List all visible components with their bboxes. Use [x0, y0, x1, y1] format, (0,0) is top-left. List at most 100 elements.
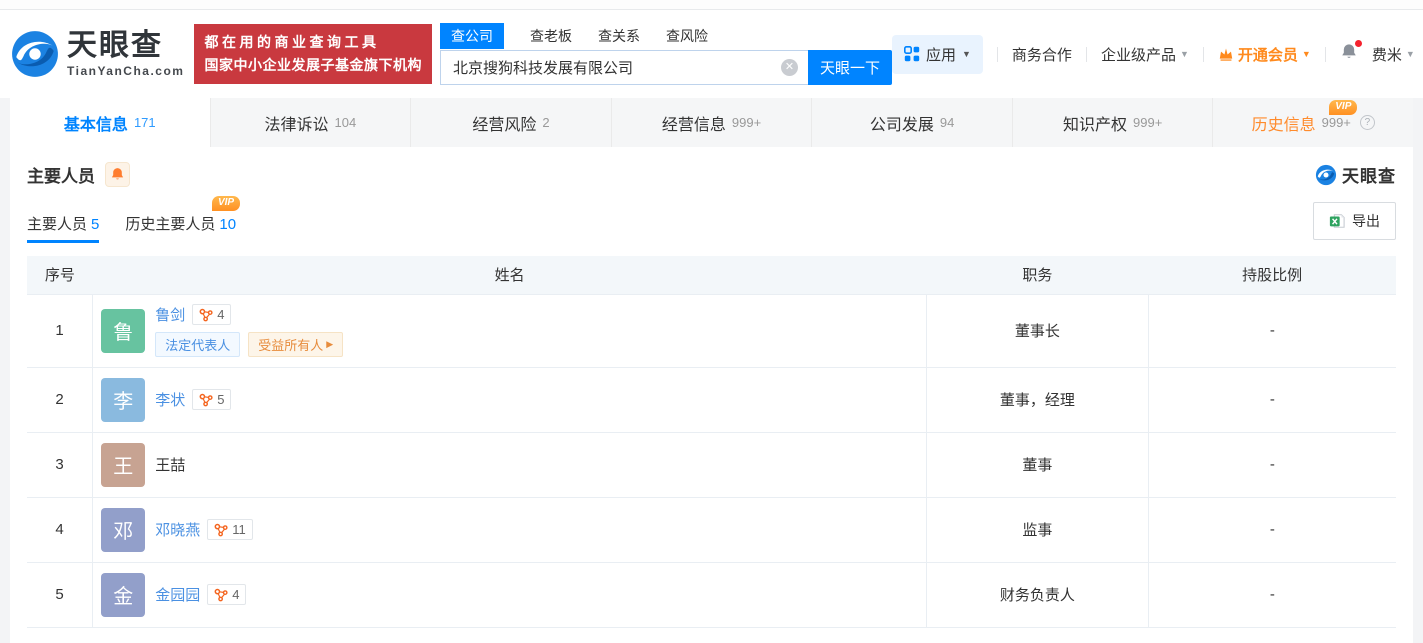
avatar: 李	[101, 377, 146, 422]
position-cell: 董事	[925, 431, 1149, 497]
apps-grid-icon	[903, 46, 920, 62]
export-button[interactable]: 导出	[1313, 202, 1396, 240]
person-name-link[interactable]: 金园园	[155, 584, 200, 605]
relation-graph-icon	[214, 523, 228, 536]
subscribe-bell-icon[interactable]	[105, 162, 130, 187]
row-index: 2	[27, 366, 93, 432]
share-ratio-cell: -	[1147, 366, 1396, 432]
tianyancha-logo-icon	[12, 31, 58, 77]
brand-slogan-banner: 都在用的商业查询工具 国家中小企业发展子基金旗下机构	[194, 23, 432, 85]
search-tab-boss[interactable]: 查老板	[530, 26, 572, 46]
tab-intellectual-property[interactable]: 知识产权 999+	[1012, 98, 1214, 147]
notification-dot	[1354, 40, 1362, 47]
col-header-name: 姓名	[92, 256, 927, 294]
enterprise-products-menu[interactable]: 企业级产品 ▼	[1101, 44, 1189, 65]
position-cell: 董事，经理	[925, 366, 1149, 432]
row-index: 1	[27, 293, 93, 367]
search-type-tabs: 查公司 查老板 查关系 查风险	[439, 23, 892, 49]
row-index: 3	[27, 431, 93, 497]
user-menu[interactable]: 费米 ▼	[1372, 44, 1415, 65]
relation-graph-icon	[199, 308, 213, 321]
expand-arrow-icon: ▶	[326, 339, 334, 349]
vip-badge: VIP	[211, 196, 241, 211]
subtab-historical-personnel[interactable]: VIP 历史主要人员 10	[125, 196, 241, 243]
share-ratio-cell: -	[1147, 293, 1396, 367]
brand-name: 天眼查	[67, 28, 163, 62]
position-cell: 财务负责人	[925, 561, 1149, 628]
table-row: 3 王 王喆 董事 -	[27, 431, 1396, 497]
notifications-bell-icon[interactable]	[1340, 40, 1362, 65]
col-header-share-ratio: 持股比例	[1148, 256, 1396, 294]
slogan-line1: 都在用的商业查询工具	[204, 33, 380, 50]
divider	[1085, 46, 1087, 62]
slogan-line2: 国家中小企业发展子基金旗下机构	[204, 57, 422, 73]
share-ratio-cell: -	[1147, 561, 1396, 628]
tab-operating-risk[interactable]: 经营风险 2	[411, 98, 612, 147]
relation-graph-badge[interactable]: 4	[192, 304, 232, 325]
tianyancha-watermark-icon	[1315, 164, 1337, 185]
relation-graph-badge[interactable]: 5	[192, 389, 232, 410]
avatar: 邓	[101, 507, 146, 552]
apps-menu[interactable]: 应用 ▼	[891, 34, 983, 74]
share-ratio-cell: -	[1147, 431, 1396, 497]
tab-basic-info[interactable]: 基本信息 171	[10, 98, 211, 147]
position-cell: 董事长	[925, 293, 1149, 367]
search-tab-risk[interactable]: 查风险	[666, 26, 708, 46]
beneficial-owner-tag[interactable]: 受益所有人 ▶	[248, 332, 344, 357]
tianyancha-logo[interactable]: 天眼查 TianYanCha.com	[10, 29, 184, 79]
crown-icon	[1219, 48, 1233, 61]
section-title: 主要人员	[27, 167, 95, 186]
subtab-key-personnel[interactable]: 主要人员 5	[27, 213, 100, 243]
table-row: 1 鲁 鲁剑 4 法定代表人 受益所有人 ▶ 董事长 -	[27, 293, 1396, 367]
divider	[1202, 46, 1204, 62]
chevron-down-icon: ▼	[1405, 49, 1415, 59]
relation-graph-badge[interactable]: 11	[207, 519, 253, 540]
search-input[interactable]	[439, 50, 808, 85]
tab-legal-proceedings[interactable]: 法律诉讼 104	[210, 98, 412, 147]
person-name-link[interactable]: 鲁剑	[155, 304, 185, 325]
clear-search-icon[interactable]: ✕	[780, 59, 798, 76]
row-index: 5	[27, 561, 93, 628]
search-tab-relation[interactable]: 查关系	[598, 26, 640, 46]
table-row: 2 李 李状 5 董事，经理 -	[27, 366, 1396, 432]
vip-badge: VIP	[1329, 100, 1358, 115]
chevron-down-icon: ▼	[1179, 49, 1189, 59]
chevron-down-icon: ▼	[1301, 49, 1311, 59]
tab-operating-info[interactable]: 经营信息 999+	[611, 98, 813, 147]
apps-label: 应用	[925, 46, 956, 64]
header-nav: 应用 ▼ 商务合作 企业级产品 ▼ 开通会员 ▼ 费米 ▼	[891, 34, 1415, 74]
username: 费米	[1371, 46, 1402, 64]
avatar: 鲁	[101, 308, 146, 353]
divider	[1324, 46, 1326, 62]
search-box: 查公司 查老板 查关系 查风险 ✕ 天眼一下	[439, 23, 892, 85]
person-name-link[interactable]: 邓晓燕	[155, 519, 200, 540]
table-row: 4 邓 邓晓燕 11 监事 -	[27, 496, 1396, 562]
business-cooperation-link[interactable]: 商务合作	[1012, 44, 1072, 65]
col-header-index: 序号	[27, 256, 93, 294]
excel-icon	[1329, 214, 1345, 228]
share-ratio-cell: -	[1147, 496, 1396, 562]
relation-graph-badge[interactable]: 4	[207, 584, 247, 605]
col-header-position: 职务	[926, 256, 1149, 294]
table-header-row: 序号 姓名 职务 持股比例	[27, 256, 1396, 294]
search-button[interactable]: 天眼一下	[807, 50, 892, 85]
brand-domain: TianYanCha.com	[67, 63, 185, 78]
main-content: 主要人员 天眼查 主要人员 5 VIP 历史主要人员 10 导出 序号 姓名 职…	[10, 147, 1413, 643]
top-strip	[0, 0, 1423, 10]
avatar: 金	[101, 572, 146, 617]
table-row: 5 金 金园园 4 财务负责人 -	[27, 561, 1396, 628]
personnel-table: 序号 姓名 职务 持股比例 1 鲁 鲁剑 4 法定代表人 受益所有人 ▶ 董事长…	[27, 256, 1396, 628]
row-index: 4	[27, 496, 93, 562]
legal-representative-tag[interactable]: 法定代表人	[155, 332, 241, 357]
search-tab-company[interactable]: 查公司	[439, 23, 504, 49]
help-icon[interactable]: ?	[1359, 115, 1375, 130]
tab-company-development[interactable]: 公司发展 94	[812, 98, 1013, 147]
divider	[996, 46, 998, 62]
relation-graph-icon	[214, 588, 228, 601]
site-header: 天眼查 TianYanCha.com 都在用的商业查询工具 国家中小企业发展子基…	[0, 10, 1423, 98]
person-name-link[interactable]: 李状	[155, 389, 185, 410]
person-name: 王喆	[155, 457, 186, 474]
position-cell: 监事	[925, 496, 1149, 562]
open-vip-menu[interactable]: 开通会员 ▼	[1218, 44, 1311, 65]
tab-history-info[interactable]: VIP 历史信息 999+ ?	[1213, 98, 1414, 147]
